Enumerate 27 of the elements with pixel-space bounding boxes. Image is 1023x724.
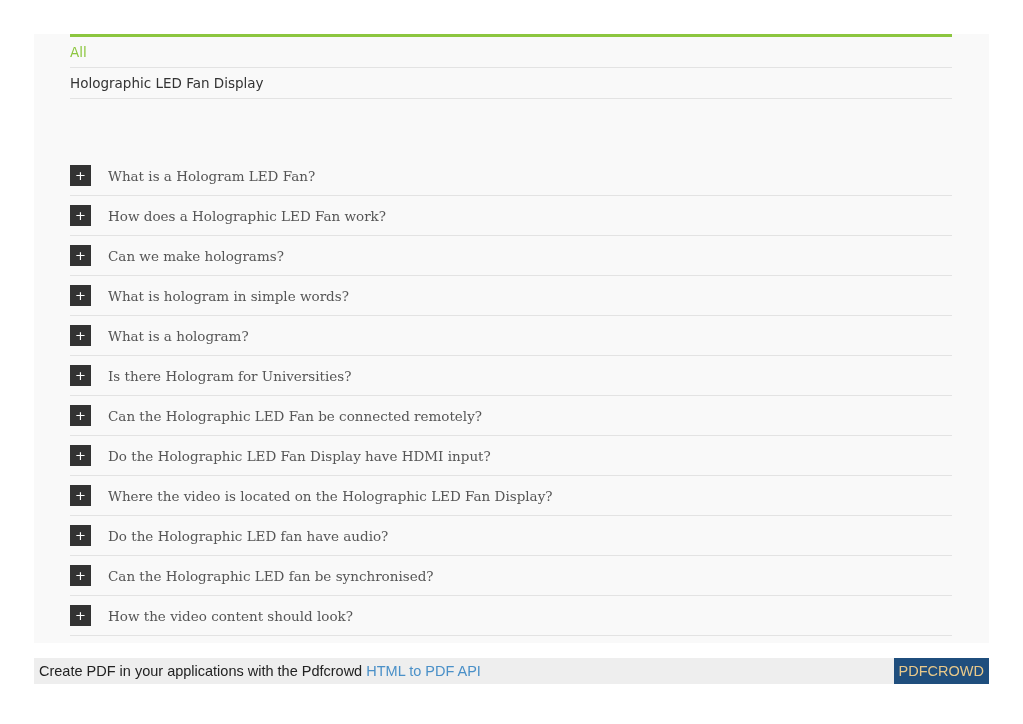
expand-toggle[interactable]: + bbox=[70, 405, 91, 426]
expand-toggle[interactable]: + bbox=[70, 285, 91, 306]
expand-toggle[interactable]: + bbox=[70, 245, 91, 266]
expand-toggle[interactable]: + bbox=[70, 525, 91, 546]
expand-toggle[interactable]: + bbox=[70, 165, 91, 186]
question-link[interactable]: What is a Hologram LED Fan? bbox=[108, 167, 316, 184]
question-link[interactable]: Can the Holographic LED Fan be connected remotely? bbox=[108, 407, 483, 424]
expand-toggle[interactable]: + bbox=[70, 205, 91, 226]
expand-toggle[interactable]: + bbox=[70, 565, 91, 586]
expand-toggle[interactable]: + bbox=[70, 485, 91, 506]
question-link[interactable]: Can the Holographic LED fan be synchronised? bbox=[108, 567, 434, 584]
question-link[interactable]: Do the Holographic LED fan have audio? bbox=[108, 527, 389, 544]
filter-link[interactable]: Holographic LED Fan Display bbox=[70, 68, 264, 98]
pdfcrowd-badge[interactable]: PDFCROWD bbox=[893, 658, 989, 684]
question-link[interactable]: Where the video is located on the Holographic LED Fan Display? bbox=[108, 487, 553, 504]
expand-toggle[interactable]: + bbox=[70, 605, 91, 626]
question-link[interactable]: Can we make holograms? bbox=[108, 247, 284, 264]
question-link[interactable]: What is hologram in simple words? bbox=[108, 287, 349, 304]
question-link[interactable]: How does a Holographic LED Fan work? bbox=[108, 207, 387, 224]
footer-text: Create PDF in your applications with the Pdfcrowd HTML to PDF API bbox=[39, 663, 481, 679]
expand-toggle[interactable]: + bbox=[70, 365, 91, 386]
question-link[interactable]: What is a hologram? bbox=[108, 327, 249, 344]
question-link[interactable]: How the video content should look? bbox=[108, 607, 354, 624]
question-link[interactable]: Do the Holographic LED Fan Display have HDMI input? bbox=[108, 447, 491, 464]
expand-toggle[interactable]: + bbox=[70, 325, 91, 346]
expand-toggle[interactable]: + bbox=[70, 445, 91, 466]
question-link[interactable]: Is there Hologram for Universities? bbox=[108, 367, 352, 384]
